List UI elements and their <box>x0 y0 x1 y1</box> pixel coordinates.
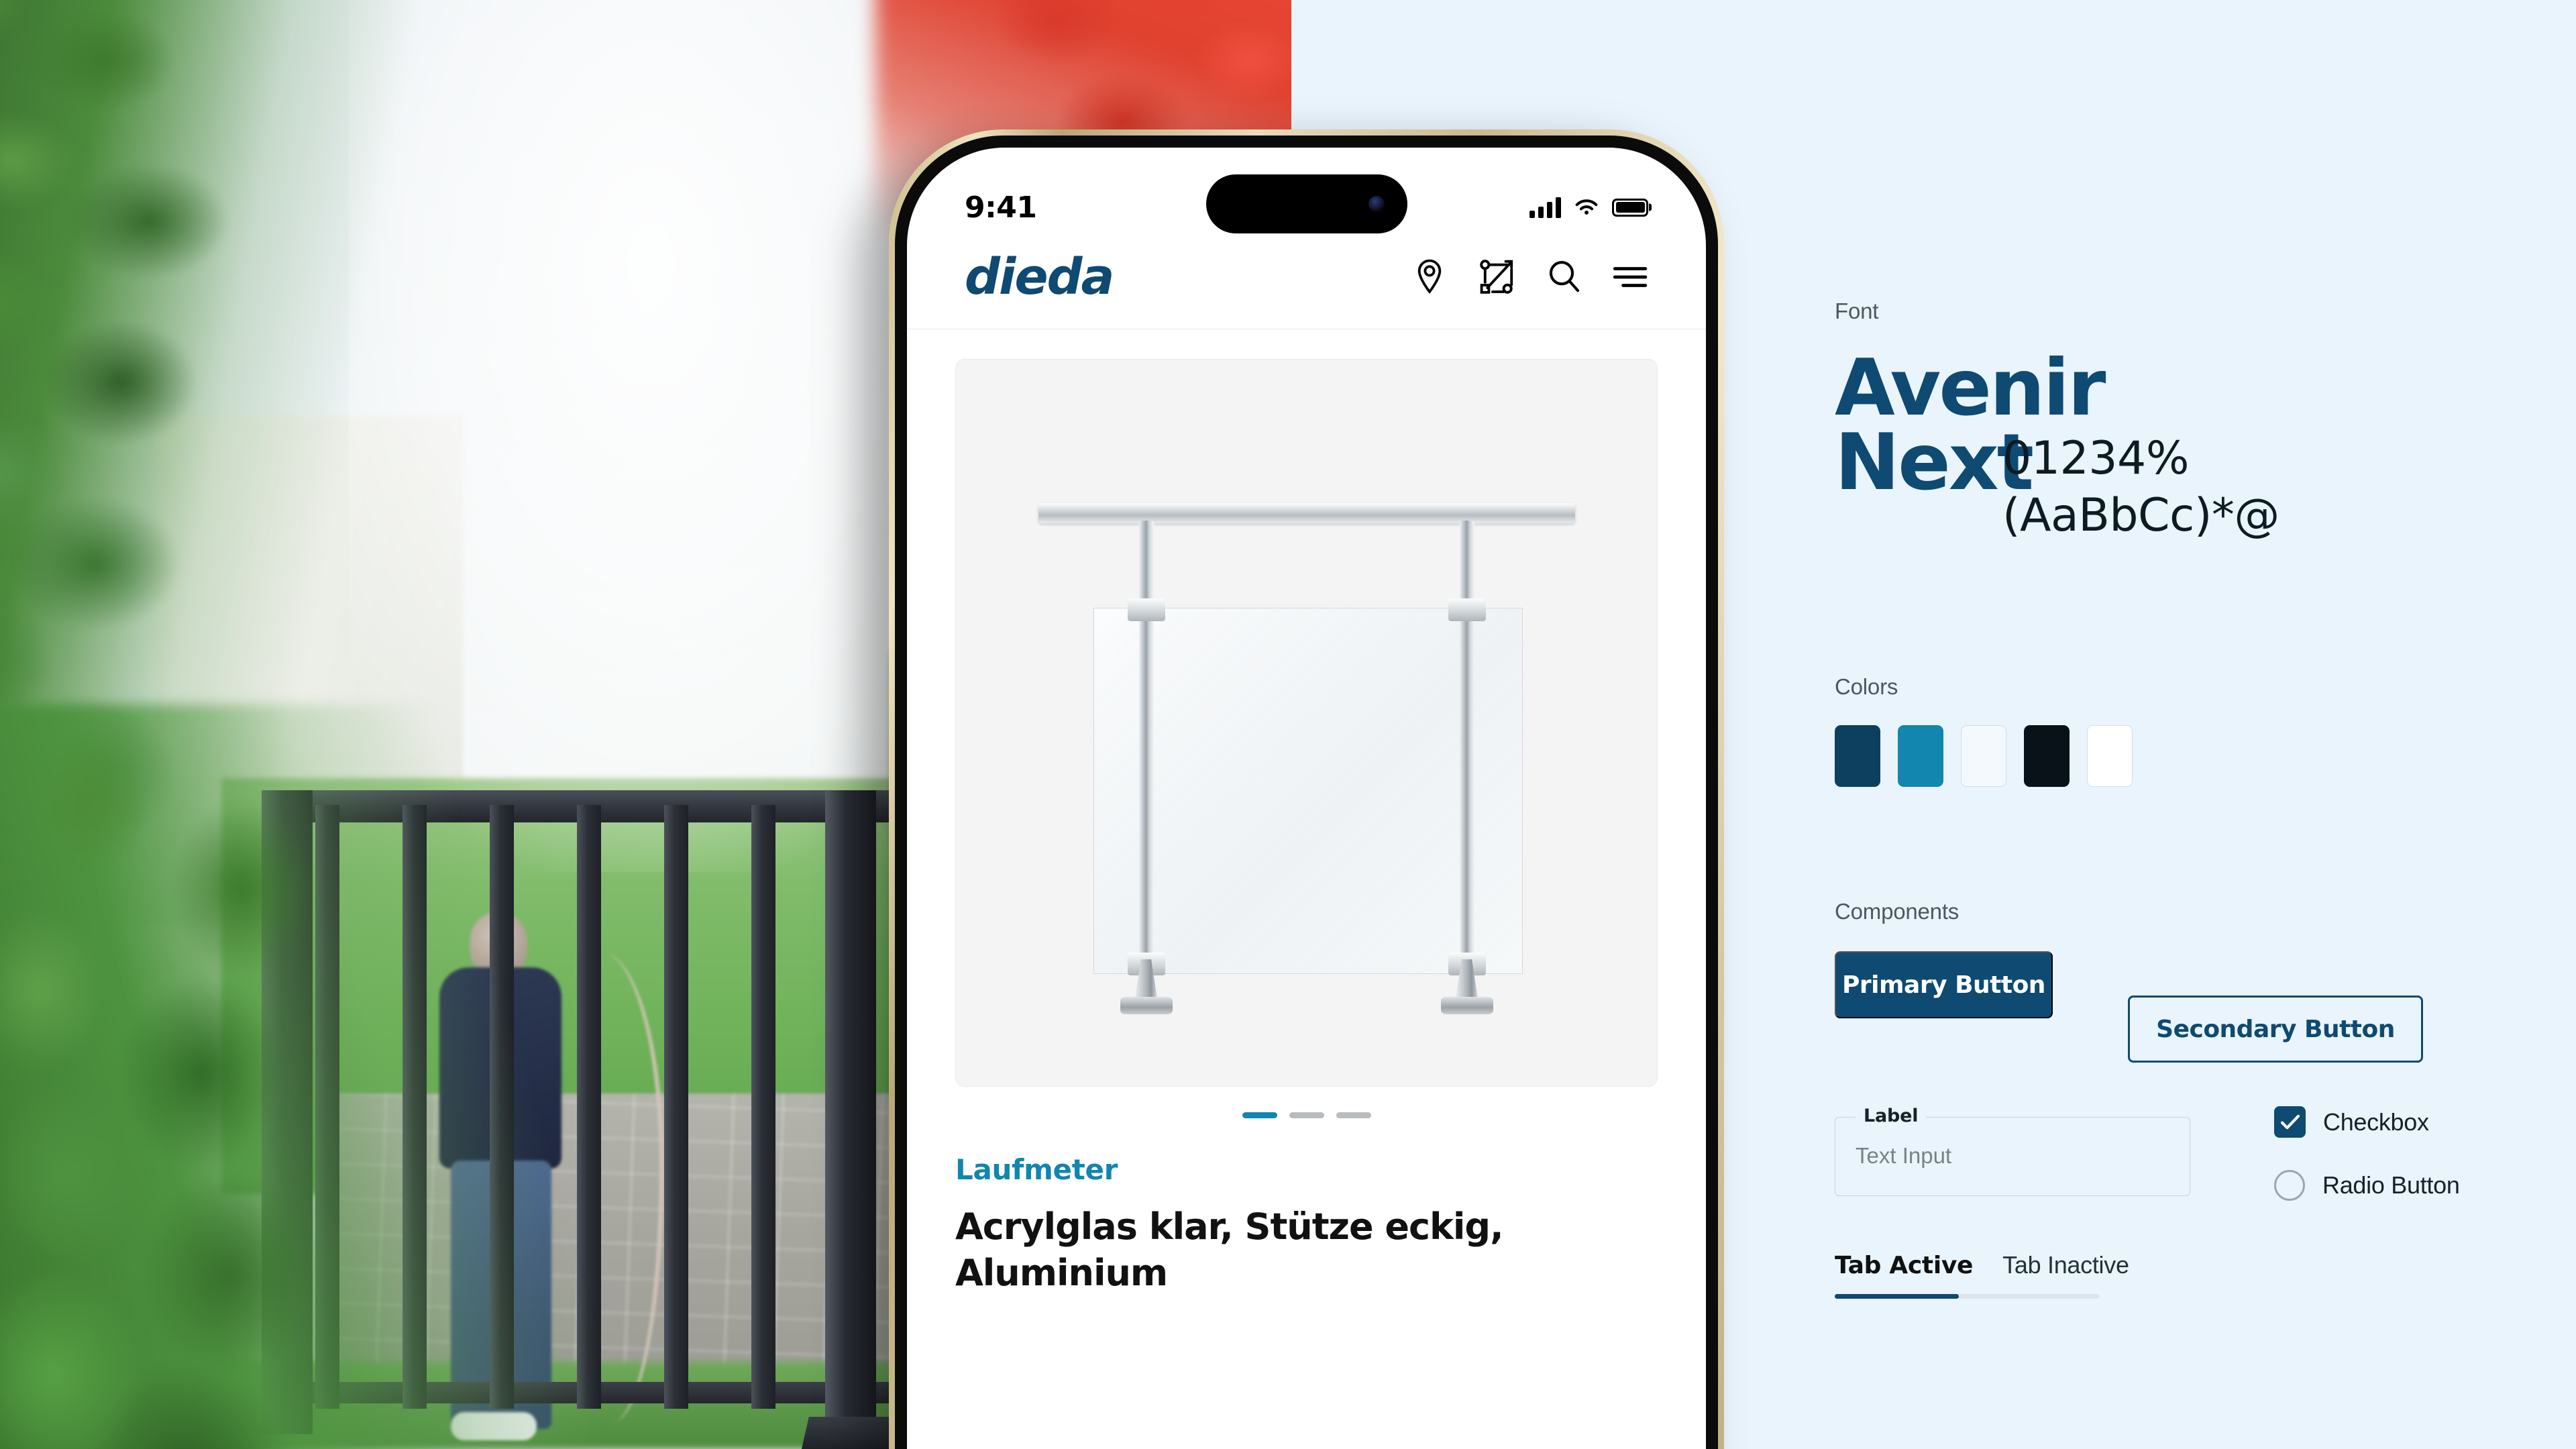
radio-row[interactable]: Radio Button <box>2274 1170 2460 1201</box>
colors-section-label: Colors <box>1835 674 1898 699</box>
color-swatch-neutral-black[interactable] <box>2024 725 2070 787</box>
font-section-label: Font <box>1835 299 1879 323</box>
gallery-pagination[interactable] <box>907 1112 1706 1118</box>
product-info: Laufmeter Acrylglas klar, Stütze eckig, … <box>907 1118 1706 1296</box>
font-specimen: 01234% (AaBbCc)*@ <box>2002 430 2512 544</box>
foreground-shrub <box>0 704 590 1449</box>
gallery-dot-1[interactable] <box>1242 1112 1277 1118</box>
product-eyebrow: Laufmeter <box>955 1153 1118 1186</box>
product-base-plate <box>1440 996 1493 1014</box>
product-glass-clamp <box>1127 598 1165 621</box>
radio-input[interactable] <box>2274 1170 2305 1201</box>
tab-underline-track <box>1835 1294 2100 1299</box>
phone-mockup: 9:41 dieda Laufmeter Acrylglas klar, Stü… <box>889 129 1724 1449</box>
tab-underline-indicator <box>1835 1294 1959 1299</box>
color-swatch-accent-teal[interactable] <box>1898 725 1943 787</box>
status-clock: 9:41 <box>965 190 1037 225</box>
components-section: Components Primary Button Secondary Butt… <box>1835 899 2546 1063</box>
checkbox-row[interactable]: Checkbox <box>2274 1106 2460 1138</box>
railing-post <box>825 790 876 1434</box>
location-pin-icon[interactable] <box>1412 258 1447 297</box>
color-swatch-surface-light[interactable] <box>1961 725 2006 787</box>
front-camera-icon <box>1368 196 1385 212</box>
header-icon-group <box>1412 258 1648 297</box>
menu-icon[interactable] <box>1612 263 1648 291</box>
colors-section: Colors <box>1835 674 2133 787</box>
wifi-icon <box>1575 199 1598 215</box>
status-indicators <box>1529 197 1648 218</box>
product-image-railing <box>1018 428 1595 1018</box>
checkbox-label: Checkbox <box>2323 1108 2429 1136</box>
gallery-dot-2[interactable] <box>1289 1112 1324 1118</box>
tab-list: Tab Active Tab Inactive <box>1835 1251 2210 1294</box>
product-gallery[interactable] <box>955 359 1658 1087</box>
product-top-rail <box>1038 502 1575 523</box>
toggle-controls: Checkbox Radio Button <box>2274 1106 2460 1233</box>
button-row: Primary Button Secondary Button <box>1835 951 2546 1063</box>
checkbox-input[interactable] <box>2274 1106 2306 1138</box>
radio-label: Radio Button <box>2322 1171 2460 1199</box>
product-base-plate <box>1120 996 1173 1014</box>
battery-icon <box>1612 198 1648 217</box>
text-input-field[interactable]: Label Text Input <box>1835 1106 2190 1196</box>
configurator-icon[interactable] <box>1478 258 1515 297</box>
product-post-left <box>1138 520 1154 963</box>
railing-post-base <box>801 1417 900 1449</box>
product-title: Acrylglas klar, Stütze eckig, Aluminium <box>955 1205 1504 1295</box>
gallery-dot-3[interactable] <box>1336 1112 1371 1118</box>
font-specimen-letters: (AaBbCc)*@ <box>2002 489 2279 542</box>
railing-baluster <box>664 805 688 1409</box>
secondary-button[interactable]: Secondary Button <box>2128 996 2423 1063</box>
app-header: dieda <box>907 236 1706 329</box>
status-bar: 9:41 <box>907 148 1706 236</box>
tab-active[interactable]: Tab Active <box>1835 1252 1973 1294</box>
font-section: Font Avenir Next 01234% (AaBbCc)*@ <box>1835 299 2506 542</box>
tabs-section: Tab Active Tab Inactive <box>1835 1251 2210 1299</box>
dynamic-island <box>1205 174 1407 233</box>
check-icon <box>2280 1114 2300 1129</box>
color-swatch-row <box>1835 725 2133 787</box>
style-guide-panel: Font Avenir Next 01234% (AaBbCc)*@ Color… <box>1835 0 2576 1449</box>
text-input-label: Label <box>1856 1106 1927 1126</box>
tab-inactive[interactable]: Tab Inactive <box>2002 1251 2129 1294</box>
font-specimen-numerals: 01234% <box>2002 432 2189 485</box>
brand-logo[interactable]: dieda <box>965 248 1114 306</box>
search-icon[interactable] <box>1546 258 1581 297</box>
signal-bars-icon <box>1529 197 1561 218</box>
phone-screen: 9:41 dieda Laufmeter Acrylglas klar, Stü… <box>907 148 1706 1449</box>
text-input-placeholder: Text Input <box>1856 1143 1952 1168</box>
color-swatch-primary-navy[interactable] <box>1835 725 1880 787</box>
product-glass-panel <box>1093 607 1523 974</box>
railing-baluster <box>751 805 775 1409</box>
product-post-right <box>1459 520 1474 963</box>
phone-bezel: 9:41 dieda Laufmeter Acrylglas klar, Stü… <box>895 136 1718 1449</box>
color-swatch-neutral-white[interactable] <box>2087 725 2133 787</box>
font-name-line1: Avenir <box>1835 343 2106 433</box>
components-section-label: Components <box>1835 899 1960 924</box>
product-glass-clamp <box>1448 598 1486 621</box>
primary-button[interactable]: Primary Button <box>1835 951 2053 1018</box>
form-controls-row: Label Text Input Checkbox Radio Button <box>1835 1106 2546 1201</box>
